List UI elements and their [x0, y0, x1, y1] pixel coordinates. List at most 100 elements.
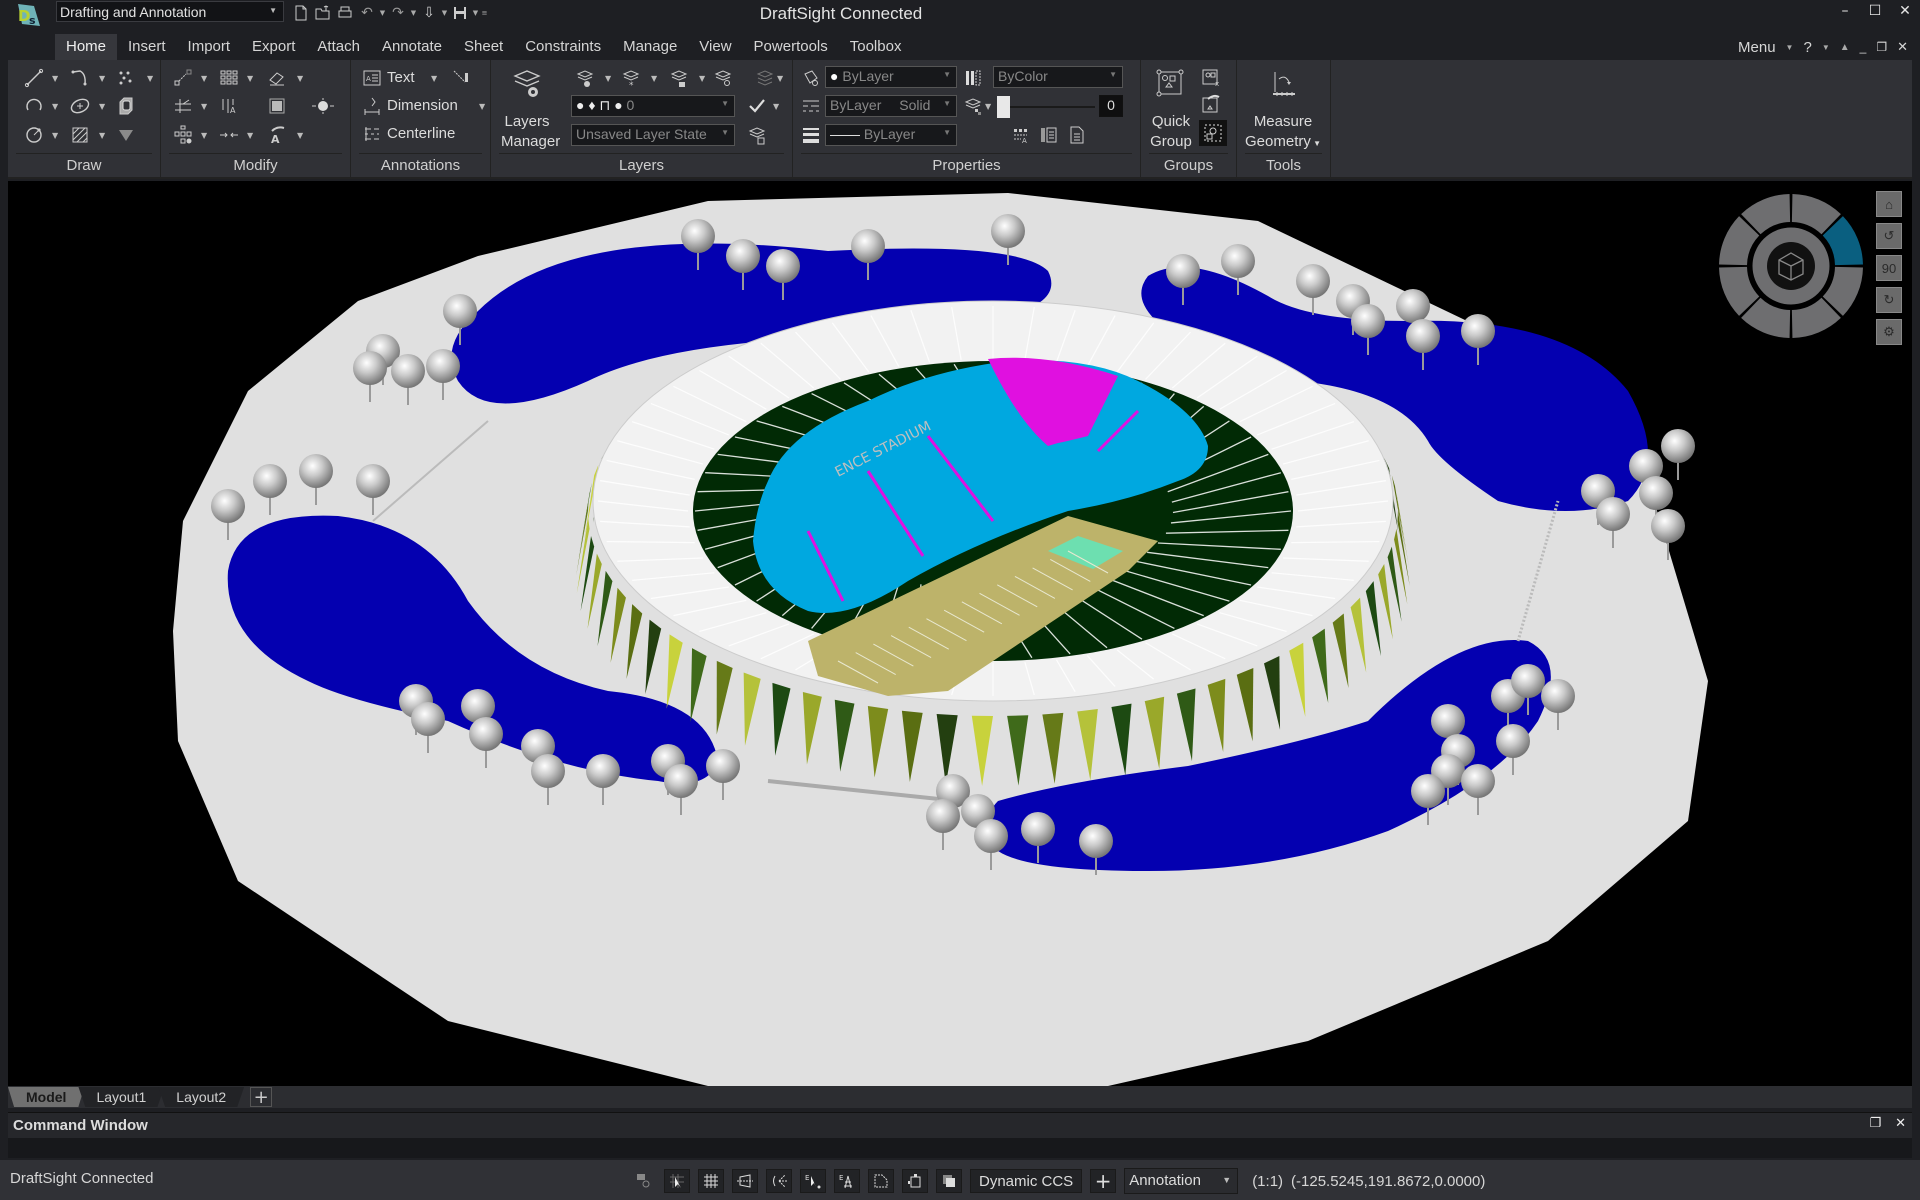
layers-manager-icon[interactable] — [507, 66, 547, 102]
quick-group-icon[interactable] — [1155, 68, 1185, 98]
measure-geometry-button[interactable]: Measure Geometry ▼ — [1243, 112, 1323, 154]
centerline-button[interactable]: Centerline — [387, 125, 455, 142]
group-selection-icon[interactable] — [1199, 120, 1227, 146]
color-fill-icon[interactable] — [799, 67, 823, 89]
transparency-dropdown-icon[interactable]: ▼ — [985, 102, 991, 111]
rotate-left-button[interactable]: ↺ — [1876, 223, 1902, 249]
rotate-right-button[interactable]: ↻ — [1876, 287, 1902, 313]
maximize-button[interactable]: ☐ — [1860, 0, 1890, 22]
group-dots-dropdown-icon[interactable]: ▼ — [201, 131, 207, 140]
menu-button[interactable]: Menu — [1738, 39, 1776, 56]
layer-off-dropdown-icon[interactable]: ▼ — [605, 74, 611, 83]
move-dropdown-icon[interactable]: ▼ — [201, 74, 207, 83]
ellipse-dropdown-icon[interactable]: ▼ — [99, 102, 105, 111]
lineweight-display-toggle-icon[interactable] — [868, 1169, 894, 1193]
tab-export[interactable]: Export — [241, 34, 306, 60]
erase-icon[interactable] — [265, 67, 289, 89]
add-layout-button[interactable]: + — [250, 1087, 273, 1108]
line-dropdown-icon[interactable]: ▼ — [52, 74, 58, 83]
erase-dropdown-icon[interactable]: ▼ — [297, 74, 303, 83]
dimension-icon[interactable] — [360, 95, 384, 117]
close-button[interactable]: ✕ — [1890, 0, 1920, 22]
document-properties-icon[interactable] — [1065, 124, 1089, 146]
navigation-wheel[interactable] — [1716, 191, 1866, 341]
workspace-settings-icon[interactable] — [630, 1169, 656, 1193]
command-input[interactable] — [8, 1138, 1912, 1158]
add-annotation-scale-button[interactable]: + — [1090, 1169, 1117, 1193]
view-navigator[interactable] — [1716, 191, 1866, 341]
doc-close-button[interactable]: ✕ — [1897, 39, 1908, 55]
tab-insert[interactable]: Insert — [117, 34, 177, 60]
quick-input-toggle-icon[interactable] — [902, 1169, 928, 1193]
scale-icon[interactable] — [265, 95, 289, 117]
layer-freeze-icon[interactable]: * — [619, 67, 643, 89]
join-dropdown-icon[interactable]: ▼ — [247, 131, 253, 140]
tab-manage[interactable]: Manage — [612, 34, 688, 60]
plot-style-icon[interactable] — [961, 67, 985, 89]
layer-state-manager-icon[interactable] — [745, 124, 769, 146]
match-properties-icon[interactable]: A — [265, 124, 289, 146]
tab-constraints[interactable]: Constraints — [514, 34, 612, 60]
navigator-settings-button[interactable]: ⚙ — [1876, 319, 1902, 345]
group-dots-icon[interactable] — [171, 124, 195, 146]
centerline-icon[interactable] — [360, 123, 384, 145]
annotation-scale-select[interactable]: Annotation ▼ — [1124, 1168, 1239, 1194]
pattern-icon[interactable] — [217, 67, 241, 89]
line-icon[interactable] — [22, 67, 46, 89]
layers-manager-button[interactable]: Layers Manager — [501, 112, 560, 152]
text-button[interactable]: Text — [387, 69, 415, 86]
help-dropdown-icon[interactable]: ▼ — [1822, 43, 1830, 52]
layer-lock-icon[interactable] — [667, 67, 691, 89]
point-icon[interactable] — [114, 67, 138, 89]
drawing-viewport[interactable]: ENCE STADIUM ⌂ ↺ 90 ↻ ⚙ — [8, 181, 1912, 1086]
lineweight-select[interactable]: ByLayer ▼ — [825, 124, 957, 146]
layer-state-select[interactable]: Unsaved Layer State ▼ — [571, 124, 735, 146]
properties-palette-icon[interactable] — [1037, 124, 1061, 146]
ellipse-icon[interactable] — [68, 95, 92, 117]
text-icon[interactable]: A — [360, 67, 384, 89]
transparency-value-field[interactable]: 0 — [1099, 95, 1123, 117]
linestyle-select[interactable]: ByLayer Solid ▼ — [825, 95, 957, 117]
color-select[interactable]: ● ByLayer ▼ — [825, 66, 957, 88]
edit-group-icon[interactable] — [1199, 93, 1223, 115]
doc-restore-button[interactable]: ❐ — [1876, 40, 1887, 54]
point-dropdown-icon[interactable]: ▼ — [147, 74, 153, 83]
rotate-90-button[interactable]: 90 — [1876, 255, 1902, 281]
explode-icon[interactable] — [311, 95, 335, 117]
grid-toggle-icon[interactable] — [698, 1169, 724, 1193]
layout-tab-layout2[interactable]: Layout2 — [158, 1087, 245, 1107]
match-properties-dropdown-icon[interactable]: ▼ — [297, 131, 303, 140]
tab-sheet[interactable]: Sheet — [453, 34, 514, 60]
tab-annotate[interactable]: Annotate — [371, 34, 453, 60]
menu-dropdown-icon[interactable]: ▼ — [1786, 43, 1794, 52]
transparency-slider[interactable] — [997, 96, 1095, 118]
selection-cycle-toggle-icon[interactable] — [936, 1169, 962, 1193]
tab-import[interactable]: Import — [177, 34, 242, 60]
layer-freeze-dropdown-icon[interactable]: ▼ — [651, 74, 657, 83]
ortho-toggle-icon[interactable] — [732, 1169, 758, 1193]
layer-find-icon[interactable] — [711, 67, 735, 89]
circle-dropdown-icon[interactable]: ▼ — [52, 131, 58, 140]
help-button[interactable]: ? — [1803, 39, 1811, 56]
slider-thumb[interactable] — [997, 96, 1010, 118]
move-icon[interactable] — [171, 67, 195, 89]
hatch-dropdown-icon[interactable]: ▼ — [99, 131, 105, 140]
transparency-icon[interactable] — [961, 95, 985, 117]
arc-icon[interactable] — [22, 95, 46, 117]
tab-view[interactable]: View — [688, 34, 742, 60]
layer-previous-dropdown-icon[interactable]: ▼ — [777, 74, 783, 83]
ccs-button[interactable]: Dynamic CCS — [970, 1169, 1083, 1193]
arc-dropdown-icon[interactable]: ▼ — [52, 102, 58, 111]
text-dropdown-icon[interactable]: ▼ — [431, 74, 437, 83]
layer-lock-dropdown-icon[interactable]: ▼ — [699, 74, 705, 83]
polar-toggle-icon[interactable] — [766, 1169, 792, 1193]
circle-icon[interactable] — [22, 124, 46, 146]
polyline-icon[interactable] — [68, 67, 92, 89]
wipeout-icon[interactable] — [114, 124, 138, 146]
trim-icon[interactable] — [171, 95, 195, 117]
dimension-button[interactable]: Dimension — [387, 97, 458, 114]
layer-previous-icon[interactable] — [753, 67, 777, 89]
doc-minimize-button[interactable]: _ — [1860, 40, 1867, 54]
linestyle-icon[interactable] — [799, 95, 823, 117]
tab-powertools[interactable]: Powertools — [743, 34, 839, 60]
